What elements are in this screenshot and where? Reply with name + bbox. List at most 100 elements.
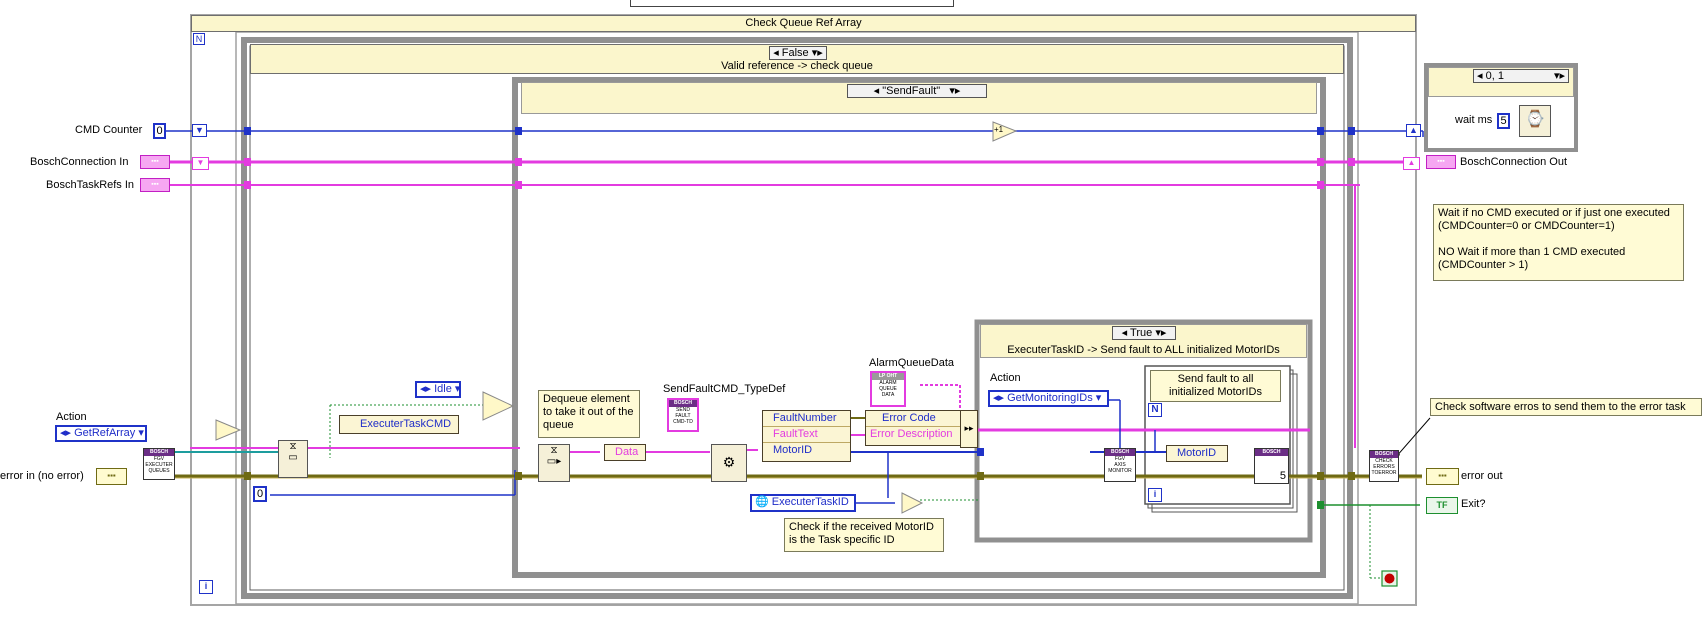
motor-subvi[interactable]: BOSCH 5 [1254, 448, 1289, 484]
bosch-task-refs-in-control[interactable]: ▪▪▪ [140, 178, 170, 192]
dropdown-arrow-icon[interactable]: ▾▸ [943, 85, 960, 97]
cmd-counter-label: CMD Counter [75, 124, 143, 136]
decrement-arrow-icon[interactable]: ◂ [1122, 327, 1128, 339]
sendfault-case-selector[interactable]: ◂ "SendFault" ▾▸ [847, 84, 987, 98]
for-loop-iteration-terminal: i [1148, 488, 1162, 502]
wait-case-selector-label: 0, 1 [1485, 70, 1504, 82]
cmd-counter-control[interactable]: 0 [153, 123, 166, 139]
false-case-title: Valid reference -> check queue [721, 60, 873, 72]
wait-ms-label: wait ms [1455, 114, 1493, 126]
action-2-label: Action [990, 372, 1021, 384]
dropdown-arrow-icon[interactable]: ▾▸ [812, 47, 823, 59]
false-case-selector[interactable]: ◂ False ▾▸ [769, 46, 827, 60]
for-loop-count-terminal[interactable]: N [1148, 403, 1162, 417]
error-out-label: error out [1461, 470, 1503, 482]
error-bundle-node[interactable]: Error Code Error Description [865, 410, 961, 446]
executer-task-cmd-label: ExecuterTaskCMD [360, 418, 452, 430]
executer-task-cmd-unbundle[interactable]: ExecuterTaskCMD [339, 415, 459, 434]
while-loop-iteration-terminal: i [199, 580, 213, 594]
sendfault-typedef-constant[interactable]: BOSCH SEND FAULT CMD-TD [667, 398, 699, 432]
wait-ms-icon[interactable]: ⌚ [1519, 105, 1551, 137]
fgv-axis-monitor-subvi[interactable]: BOSCH FGV AXIS MONITOR [1104, 448, 1136, 482]
subvi-text-3: CMD-TD [673, 419, 693, 425]
bosch-task-refs-in-label: BoschTaskRefs In [46, 179, 135, 191]
true-case-selector[interactable]: ◂ True ▾▸ [1112, 326, 1176, 340]
dequeue-element-node[interactable]: ⧖ ▭▸ [538, 444, 570, 482]
no-index-icon: N [193, 33, 205, 45]
dropdown-arrow-icon[interactable]: ▾▸ [1155, 327, 1166, 339]
subvi-text-3: QUEUES [148, 468, 170, 474]
decrement-arrow-icon[interactable]: ◂ [874, 85, 880, 97]
subvi-banner: BOSCH [1255, 449, 1288, 456]
get-monitoring-ids-enum[interactable]: ◂▸ GetMonitoringIDs ▾ [988, 390, 1109, 407]
wait-case-selector[interactable]: ◂ 0, 1 ▾▸ [1473, 69, 1569, 83]
decrement-arrow-icon[interactable]: ◂ [773, 47, 779, 59]
sendfault-typedef-label: SendFaultCMD_TypeDef [663, 383, 786, 395]
wait-comment: Wait if no CMD executed or if just one e… [1433, 204, 1684, 281]
subvi-banner: BOSCH [144, 449, 174, 456]
fgv-executer-queues-subvi[interactable]: BOSCH FGV EXECUTER QUEUES [143, 448, 175, 480]
enum-arrows-icon: ◂▸ [60, 427, 72, 439]
idle-enum-value: Idle [434, 383, 452, 395]
decrement-arrow-icon[interactable]: ◂ [1477, 70, 1483, 82]
send-fault-comment: Send fault to all initialized MotorIDs [1150, 370, 1281, 402]
bosch-connection-in-control[interactable]: ▪▪▪ [140, 155, 170, 169]
dropdown-arrow-icon[interactable]: ▾▸ [1554, 70, 1565, 83]
motorid-unbundle-node[interactable]: MotorID [1166, 445, 1228, 462]
faultnumber-field: FaultNumber [763, 411, 850, 427]
exit-indicator[interactable]: TF [1426, 497, 1458, 514]
error-in-control[interactable]: ▪▪▪ [96, 468, 127, 485]
true-case-header[interactable]: ◂ True ▾▸ ExecuterTaskID -> Send fault t… [980, 324, 1307, 358]
action-label: Action [56, 411, 87, 423]
wait-case-header[interactable]: ◂ 0, 1 ▾▸ [1428, 67, 1574, 97]
subvi-text-3: DATA [881, 392, 895, 398]
outer-case-title[interactable]: Check Queue Ref Array [191, 15, 1416, 32]
alarm-queue-data-label: AlarmQueueData [869, 357, 954, 369]
subvi-banner: BOSCH [1370, 451, 1398, 458]
subvi-banner: BOSCH [669, 400, 697, 407]
dropdown-arrow-icon[interactable]: ▾ [1096, 392, 1102, 404]
error-description-field: Error Description [870, 428, 953, 440]
executer-task-id-control[interactable]: 🌐 ExecuterTaskID [750, 494, 856, 512]
shift-register-left-icon: ▼ [192, 124, 207, 137]
false-case-header[interactable]: ◂ False ▾▸ Valid reference -> check queu… [250, 44, 1344, 74]
executer-task-id-label: ExecuterTaskID [771, 496, 849, 508]
data-unbundle-node[interactable]: Data [604, 444, 646, 461]
action-enum-value: GetRefArray [74, 427, 136, 439]
subvi-banner: LP OHT [872, 373, 904, 380]
bosch-connection-out-indicator[interactable]: ▪▪▪ [1426, 155, 1456, 169]
true-case-selector-label: True [1130, 327, 1153, 339]
alarm-queue-data-constant[interactable]: LP OHT ALARM QUEUE DATA [870, 371, 906, 407]
cluster-shift-icon: ▼ [192, 157, 209, 170]
sendfault-unbundle-node[interactable]: FaultNumber FaultText MotorID [762, 410, 851, 462]
bundle-by-name-node[interactable]: ▸▸ [960, 410, 978, 448]
top-label-box [630, 0, 954, 7]
subvi-text-3: TOERROR [1371, 470, 1397, 476]
enum-arrows-icon: ◂▸ [993, 392, 1005, 404]
variant-to-data-node[interactable]: ⚙ [711, 444, 747, 482]
idle-enum-constant[interactable]: ◂▸ Idle ▾ [415, 381, 461, 398]
action-enum-control[interactable]: ◂▸ GetRefArray ▾ [55, 425, 147, 442]
dropdown-arrow-icon[interactable]: ▾ [455, 383, 461, 395]
increment-node-label: +1 [994, 125, 1004, 134]
exit-label: Exit? [1461, 498, 1486, 510]
motorid-field: MotorID [773, 444, 813, 456]
wait-ms-constant[interactable]: 5 [1497, 113, 1510, 129]
enum-arrows-icon: ◂▸ [420, 383, 432, 395]
dropdown-arrow-icon[interactable]: ▾ [138, 427, 144, 439]
error-code-field: Error Code [866, 411, 960, 427]
subvi-banner: BOSCH [1105, 449, 1135, 456]
zero-constant[interactable]: 0 [253, 486, 267, 502]
sendfault-case-selector-label: "SendFault" [882, 85, 941, 97]
sendfault-case-header[interactable]: ◂ "SendFault" ▾▸ [521, 82, 1317, 114]
bosch-connection-out-label: BoschConnection Out [1460, 156, 1568, 168]
dequeue-comment: Dequeue element to take it out of the qu… [538, 390, 640, 438]
check-motorid-comment: Check if the received MotorID is the Tas… [784, 518, 944, 552]
check-errors-subvi[interactable]: BOSCH CHECK ERRORS TOERROR [1369, 450, 1399, 482]
index-array-node[interactable]: ⧖ ▭ [278, 440, 308, 478]
get-monitoring-ids-value: GetMonitoringIDs [1007, 392, 1093, 404]
error-in-label: error in (no error) [0, 470, 84, 482]
error-out-indicator[interactable]: ▪▪▪ [1426, 468, 1459, 485]
false-case-selector-label: False [781, 47, 809, 59]
shift-register-right-icon: ▲ [1406, 124, 1421, 137]
